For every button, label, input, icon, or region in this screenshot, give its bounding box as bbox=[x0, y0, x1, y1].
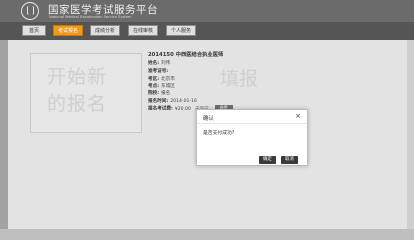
field-label: 报名时间: bbox=[148, 99, 169, 104]
left-gutter bbox=[0, 40, 8, 229]
right-gutter bbox=[407, 40, 414, 229]
field-school: 院校: 报名 bbox=[148, 90, 170, 96]
field-value: 刘伟 bbox=[161, 61, 171, 66]
site-header: 国家医学考试服务平台 National Medical Examination … bbox=[0, 0, 414, 22]
field-label: 考点: bbox=[148, 84, 160, 89]
ok-button[interactable]: 确定 bbox=[259, 156, 276, 164]
field-label: 考区: bbox=[148, 77, 160, 82]
field-value: 东城区 bbox=[161, 84, 175, 89]
dialog-divider bbox=[197, 123, 307, 124]
main-nav: 首页 考试报名 成绩分析 在线审核 个人服务 bbox=[0, 22, 414, 40]
field-label: 姓名: bbox=[148, 61, 160, 66]
dialog-message: 是否支付成功? bbox=[203, 131, 235, 136]
nav-tab-exam-registration[interactable]: 考试报名 bbox=[53, 25, 83, 36]
field-label: 院校: bbox=[148, 91, 160, 96]
dialog-title: 确认 bbox=[203, 116, 215, 122]
field-exam-region: 考区: 北京市 bbox=[148, 76, 175, 82]
nav-tab-home[interactable]: 首页 bbox=[22, 25, 46, 36]
nav-tab-score-analysis[interactable]: 成绩分析 bbox=[90, 25, 120, 36]
field-name: 姓名: 刘伟 bbox=[148, 60, 170, 66]
field-value: 北京市 bbox=[161, 77, 175, 82]
exam-title: 2014150 中西医结合执业医师 bbox=[148, 52, 224, 58]
field-label: 准考证号: bbox=[148, 69, 169, 74]
field-label: 报名考试费: bbox=[148, 106, 173, 112]
close-icon[interactable]: × bbox=[295, 112, 301, 120]
site-subtitle: National Medical Examination Service Sys… bbox=[49, 15, 132, 19]
nav-tab-personal-service[interactable]: 个人服务 bbox=[166, 25, 196, 36]
field-exam-site: 考点: 东城区 bbox=[148, 83, 175, 89]
field-ticket-number: 准考证号: bbox=[148, 68, 170, 74]
logo-icon bbox=[21, 2, 39, 20]
fill-in-watermark: 填报 bbox=[220, 68, 259, 90]
nav-tab-online-review[interactable]: 在线审核 bbox=[128, 25, 158, 36]
field-value: ¥20.00 bbox=[174, 106, 191, 112]
field-value: 报名 bbox=[161, 91, 171, 96]
new-registration-text[interactable]: 开始新 的报名 bbox=[47, 64, 107, 118]
cancel-button[interactable]: 取消 bbox=[281, 156, 298, 164]
confirm-dialog: 确认 × 是否支付成功? 确定 取消 bbox=[196, 109, 308, 166]
field-value: 2014-01-16 bbox=[170, 99, 197, 104]
field-registration-time: 报名时间: 2014-01-16 bbox=[148, 98, 197, 104]
